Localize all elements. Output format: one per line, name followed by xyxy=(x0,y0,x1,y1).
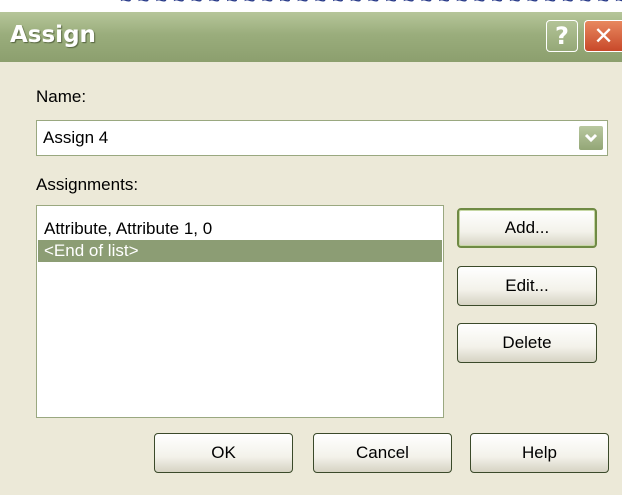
assign-dialog: Assign ? ✕ Name: Assign 4 Assignments: A… xyxy=(0,12,622,495)
name-value: Assign 4 xyxy=(43,128,109,147)
assignments-listbox[interactable]: Attribute, Attribute 1, 0 <End of list> xyxy=(36,205,444,418)
assignments-label: Assignments: xyxy=(36,175,139,194)
background-window-strip: ~~~~~~~~~~~~~~~~~~~~~~~~~~~~~~~ xyxy=(0,0,622,12)
edit-button[interactable]: Edit... xyxy=(457,266,597,306)
ok-button[interactable]: OK xyxy=(154,433,293,473)
list-item[interactable]: Attribute, Attribute 1, 0 xyxy=(38,218,442,240)
cancel-button[interactable]: Cancel xyxy=(313,433,452,473)
dialog-title: Assign xyxy=(10,22,96,48)
add-button[interactable]: Add... xyxy=(457,208,597,248)
help-button[interactable]: Help xyxy=(470,433,609,473)
close-icon[interactable]: ✕ xyxy=(584,20,622,52)
name-label: Name: xyxy=(36,87,87,106)
chevron-down-icon[interactable] xyxy=(578,125,604,151)
delete-button[interactable]: Delete xyxy=(457,323,597,363)
list-item-selected[interactable]: <End of list> xyxy=(38,240,442,262)
help-question-icon[interactable]: ? xyxy=(546,20,578,52)
name-combobox[interactable]: Assign 4 xyxy=(36,120,608,156)
title-bar[interactable]: Assign ? ✕ xyxy=(0,12,622,62)
